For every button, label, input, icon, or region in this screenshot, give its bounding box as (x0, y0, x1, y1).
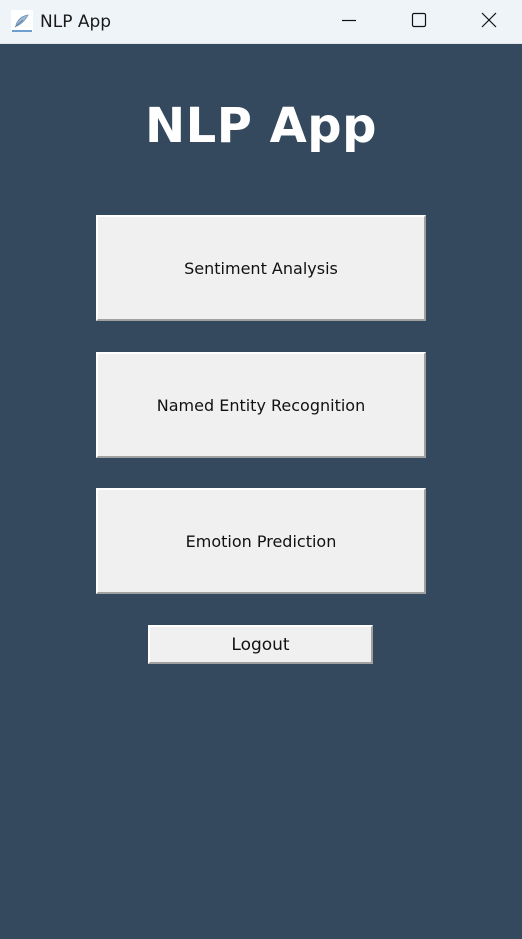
page-title: NLP App (144, 98, 377, 154)
emotion-prediction-button[interactable]: Emotion Prediction (96, 488, 426, 594)
title-bar[interactable]: NLP App (0, 0, 522, 44)
minimize-button[interactable] (326, 0, 372, 44)
feather-icon (11, 10, 33, 32)
logout-button[interactable]: Logout (148, 625, 373, 664)
maximize-icon (411, 12, 427, 32)
sentiment-analysis-button[interactable]: Sentiment Analysis (96, 215, 426, 321)
close-icon (481, 12, 497, 32)
minimize-icon (341, 12, 357, 32)
window-title: NLP App (40, 12, 112, 32)
app-window: NLP App NLP App Sentiment Analysis Named… (0, 0, 522, 939)
maximize-button[interactable] (396, 0, 442, 44)
named-entity-recognition-button[interactable]: Named Entity Recognition (96, 352, 426, 458)
close-button[interactable] (466, 0, 512, 44)
